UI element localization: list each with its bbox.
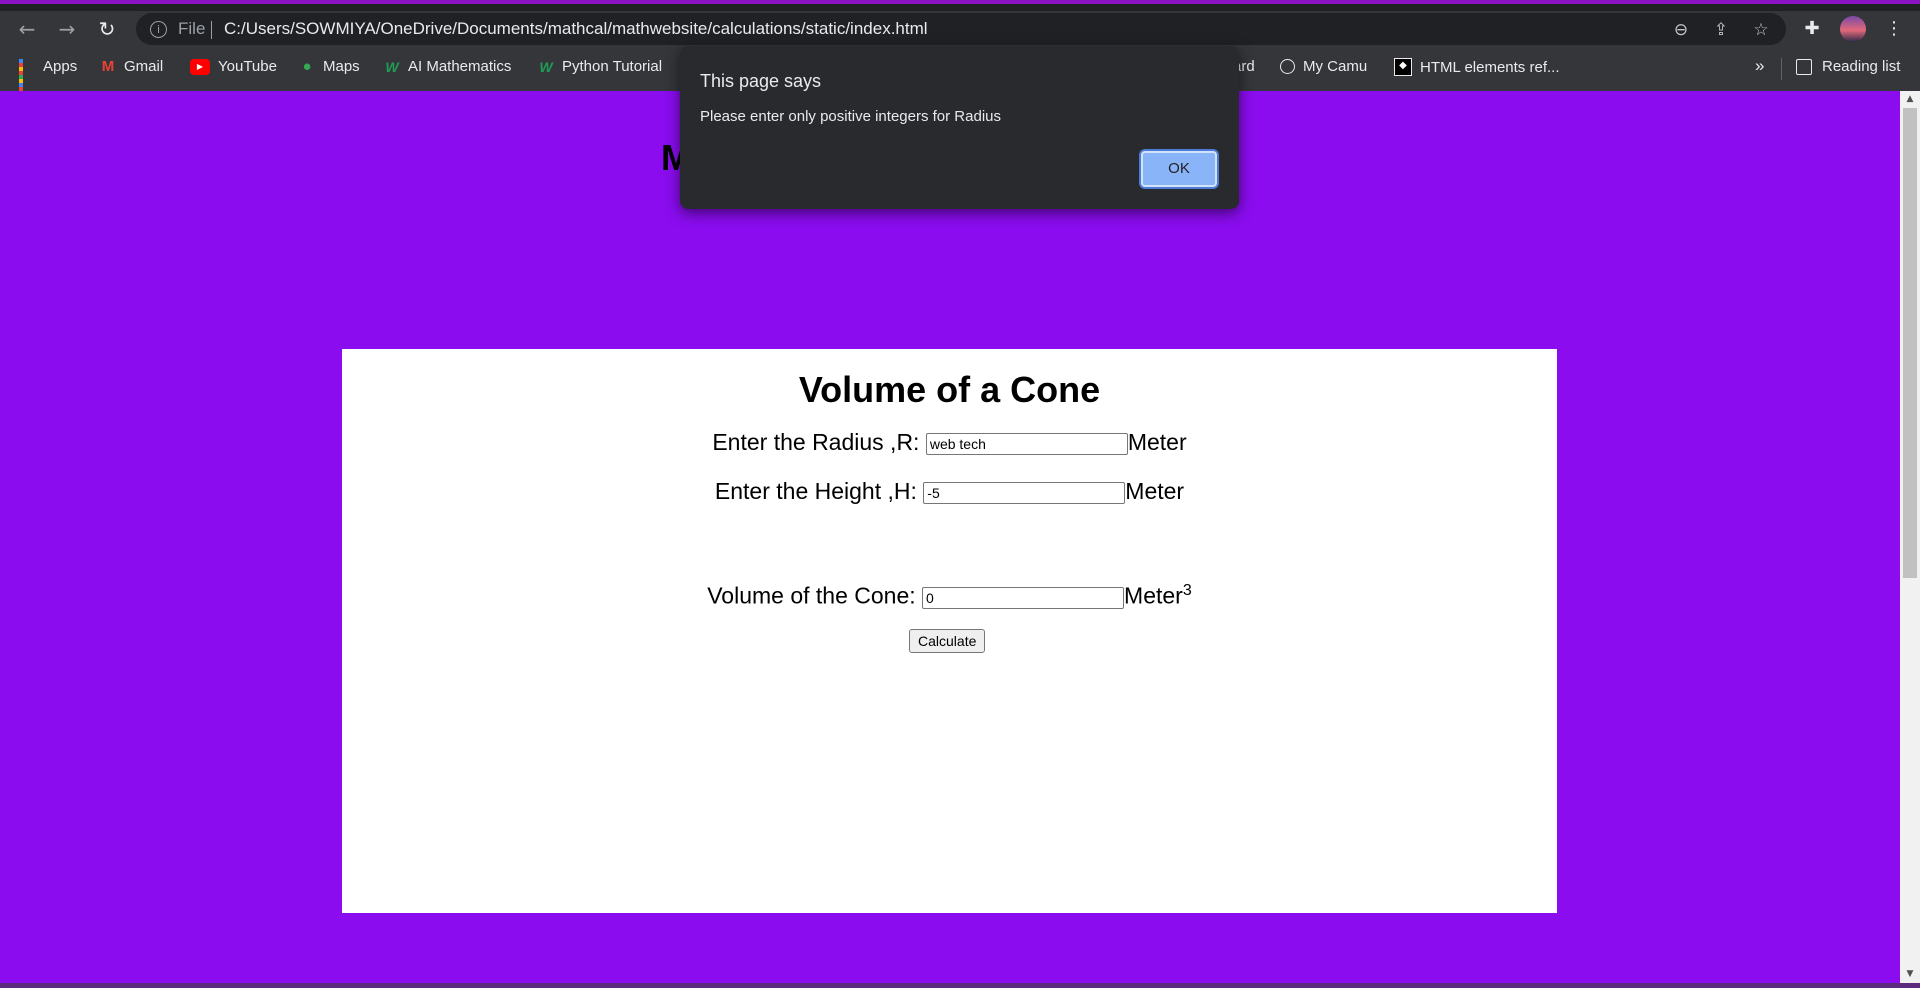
page-viewport: M Volume of a Cone Enter the Radius ,R: … [0,91,1900,983]
calculate-button[interactable]: Calculate [909,629,986,653]
bookmarks-divider [1781,58,1782,80]
bookmark-label: Apps [43,58,78,75]
bookmark-label: My Camu [1303,58,1368,75]
puzzle-icon[interactable]: ✚ [1801,18,1823,40]
height-input[interactable] [923,481,1126,504]
bookmark-gmail[interactable]: M Gmail [100,58,163,75]
bookmark-label: Python Tutorial [562,58,663,75]
radius-unit: Meter [1127,429,1187,455]
star-icon[interactable]: ☆ [1750,19,1772,41]
gmail-icon: M [101,57,115,75]
browser-toolbar: ← → ↻ i File C:/Users/SOWMIYA/OneDrive/D… [0,11,1920,46]
scroll-up-arrow-icon[interactable]: ▲ [1900,91,1920,108]
w-site-icon: W [385,58,399,75]
height-unit: Meter [1125,478,1185,504]
info-icon[interactable]: i [150,21,167,38]
calculator-card: Volume of a Cone Enter the Radius ,R: Me… [342,349,1557,913]
bookmark-ai-mathematics[interactable]: W AI Mathematics [384,58,511,75]
volume-output[interactable] [922,586,1125,609]
radius-label: Enter the Radius ,R: [712,429,920,455]
reading-list-icon [1796,58,1812,75]
mdn-icon: ◆ [1394,58,1412,76]
volume-row: Volume of the Cone: Meter3 [342,582,1557,610]
scrollbar-thumb[interactable] [1903,108,1917,578]
bookmark-apps[interactable]: Apps [19,58,78,95]
w-site-icon: W [539,58,553,75]
reload-icon[interactable]: ↻ [93,15,121,43]
radius-input[interactable] [925,432,1128,455]
card-title: Volume of a Cone [798,369,1101,410]
globe-icon [1280,59,1295,74]
volume-label: Volume of the Cone: [707,582,916,609]
ok-button[interactable]: OK [1141,151,1217,187]
bookmark-label: Maps [323,58,360,75]
scroll-down-arrow-icon[interactable]: ▼ [1900,966,1920,983]
kebab-menu-icon[interactable]: ⋮ [1883,18,1905,40]
bookmark-html-elements[interactable]: ◆ HTML elements ref... [1394,58,1559,76]
forward-arrow-icon[interactable]: → [53,15,81,43]
tab-strip-accent [0,0,1920,4]
browser-tab-strip [0,0,1920,11]
page-scrollbar[interactable]: ▲ ▼ [1900,91,1920,983]
alert-title: This page says [700,71,822,91]
address-bar[interactable]: i File C:/Users/SOWMIYA/OneDrive/Documen… [136,13,1786,45]
address-separator [211,21,212,39]
volume-unit: Meter [1124,582,1183,609]
address-scheme: File [178,19,206,38]
bookmark-my-camu[interactable]: My Camu [1280,58,1367,75]
back-arrow-icon[interactable]: ← [13,15,41,43]
bookmark-maps[interactable]: ● Maps [299,57,360,75]
bookmark-python-tutorial[interactable]: W Python Tutorial [538,58,662,75]
height-label: Enter the Height ,H: [714,478,917,504]
alert-dialog: This page says Please enter only positiv… [680,46,1239,209]
bookmark-youtube[interactable]: ▶ YouTube [190,58,277,75]
youtube-icon: ▶ [190,58,210,75]
bookmarks-overflow-button[interactable]: » [1755,56,1764,76]
reading-list-button[interactable]: Reading list [1796,58,1900,75]
address-url[interactable]: C:/Users/SOWMIYA/OneDrive/Documents/math… [224,19,928,39]
avatar[interactable] [1840,16,1866,42]
bookmark-label: YouTube [218,58,277,75]
bookmark-label: HTML elements ref... [1420,58,1560,76]
share-icon[interactable]: ⇪ [1710,19,1732,41]
alert-message: Please enter only positive integers for … [700,108,1001,125]
zoom-out-icon[interactable]: ⊖ [1670,19,1692,41]
maps-pin-icon: ● [302,57,312,75]
window-bottom-edge [0,983,1920,988]
bookmark-label: AI Mathematics [408,58,512,75]
volume-unit-exponent: 3 [1182,582,1192,599]
bookmark-label: Gmail [124,58,164,75]
radius-row: Enter the Radius ,R: Meter [342,429,1557,456]
reading-list-label: Reading list [1822,58,1901,75]
apps-grid-icon [19,58,35,95]
height-row: Enter the Height ,H: Meter [342,478,1557,505]
